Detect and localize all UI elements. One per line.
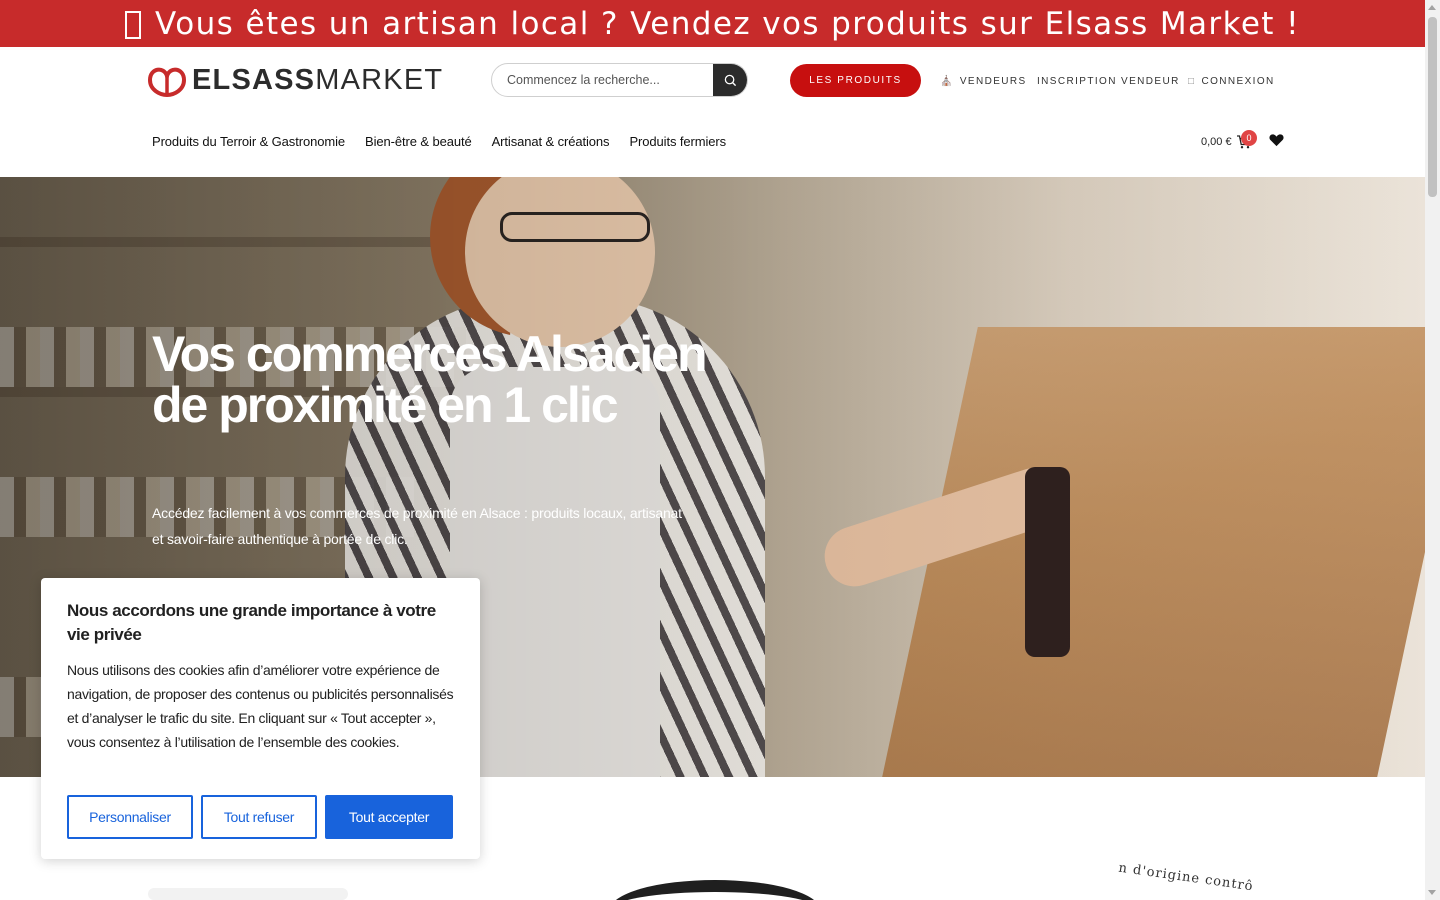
logo-mark-icon [147,67,187,98]
cart-total: 0,00 € [1201,136,1232,148]
products-button[interactable]: LES PRODUITS [790,64,921,97]
page-scrollbar[interactable] [1425,0,1440,900]
nav-item-artisanat[interactable]: Artisanat & créations [492,134,610,149]
scroll-down-arrow[interactable] [1428,890,1436,895]
partner-logo [148,888,348,900]
site-logo[interactable]: ELSASSMARKET [144,62,443,98]
logo-wordmark: ELSASSMARKET [192,63,444,96]
hero-title: Vos commerces Alsacien de proximité en 1… [152,326,708,433]
origin-seal-logo: n d'origine contrô [1117,860,1255,895]
vendors-link-label: VENDEURS [959,76,1027,87]
scrollbar-thumb[interactable] [1428,17,1437,197]
user-icon: □ [1188,76,1196,87]
search-bar [491,63,748,97]
login-link-label: CONNEXION [1201,76,1275,87]
search-input[interactable] [492,64,713,96]
vendors-link[interactable]: ⛪ VENDEURS [940,76,1027,87]
nav-item-fermiers[interactable]: Produits fermiers [629,134,726,149]
vendor-signup-link[interactable]: INSCRIPTION VENDEUR [1037,76,1180,87]
login-link[interactable]: □ CONNEXION [1188,76,1275,87]
nav-item-beaute[interactable]: Bien-être & beauté [365,134,472,149]
scroll-up-arrow[interactable] [1428,5,1436,10]
store-icon: ⛪ [940,76,954,87]
missing-glyph-icon [125,10,142,39]
announcement-bar[interactable]: Vous êtes un artisan local ? Vendez vos … [0,0,1425,47]
cookie-body: Nous utilisons des cookies afin d’amélio… [67,662,454,750]
cookie-consent-dialog: Nous accordons une grande importance à v… [41,578,480,859]
search-icon [724,74,736,86]
heart-icon[interactable] [1269,133,1284,147]
nav-item-terroir[interactable]: Produits du Terroir & Gastronomie [152,134,345,149]
cookie-accept-button[interactable]: Tout accepter [325,795,453,839]
partner-logo [610,880,820,900]
hero-subtitle: Accédez facilement à vos commerces de pr… [152,505,682,547]
cookie-customize-button[interactable]: Personnaliser [67,795,193,839]
search-button[interactable] [713,64,747,96]
main-nav: Produits du Terroir & Gastronomie Bien-ê… [152,134,726,149]
cookie-reject-button[interactable]: Tout refuser [201,795,317,839]
cookie-title: Nous accordons une grande importance à v… [67,601,436,644]
cart-count-badge: 0 [1241,130,1257,146]
announcement-text: Vous êtes un artisan local ? Vendez vos … [155,5,1300,42]
